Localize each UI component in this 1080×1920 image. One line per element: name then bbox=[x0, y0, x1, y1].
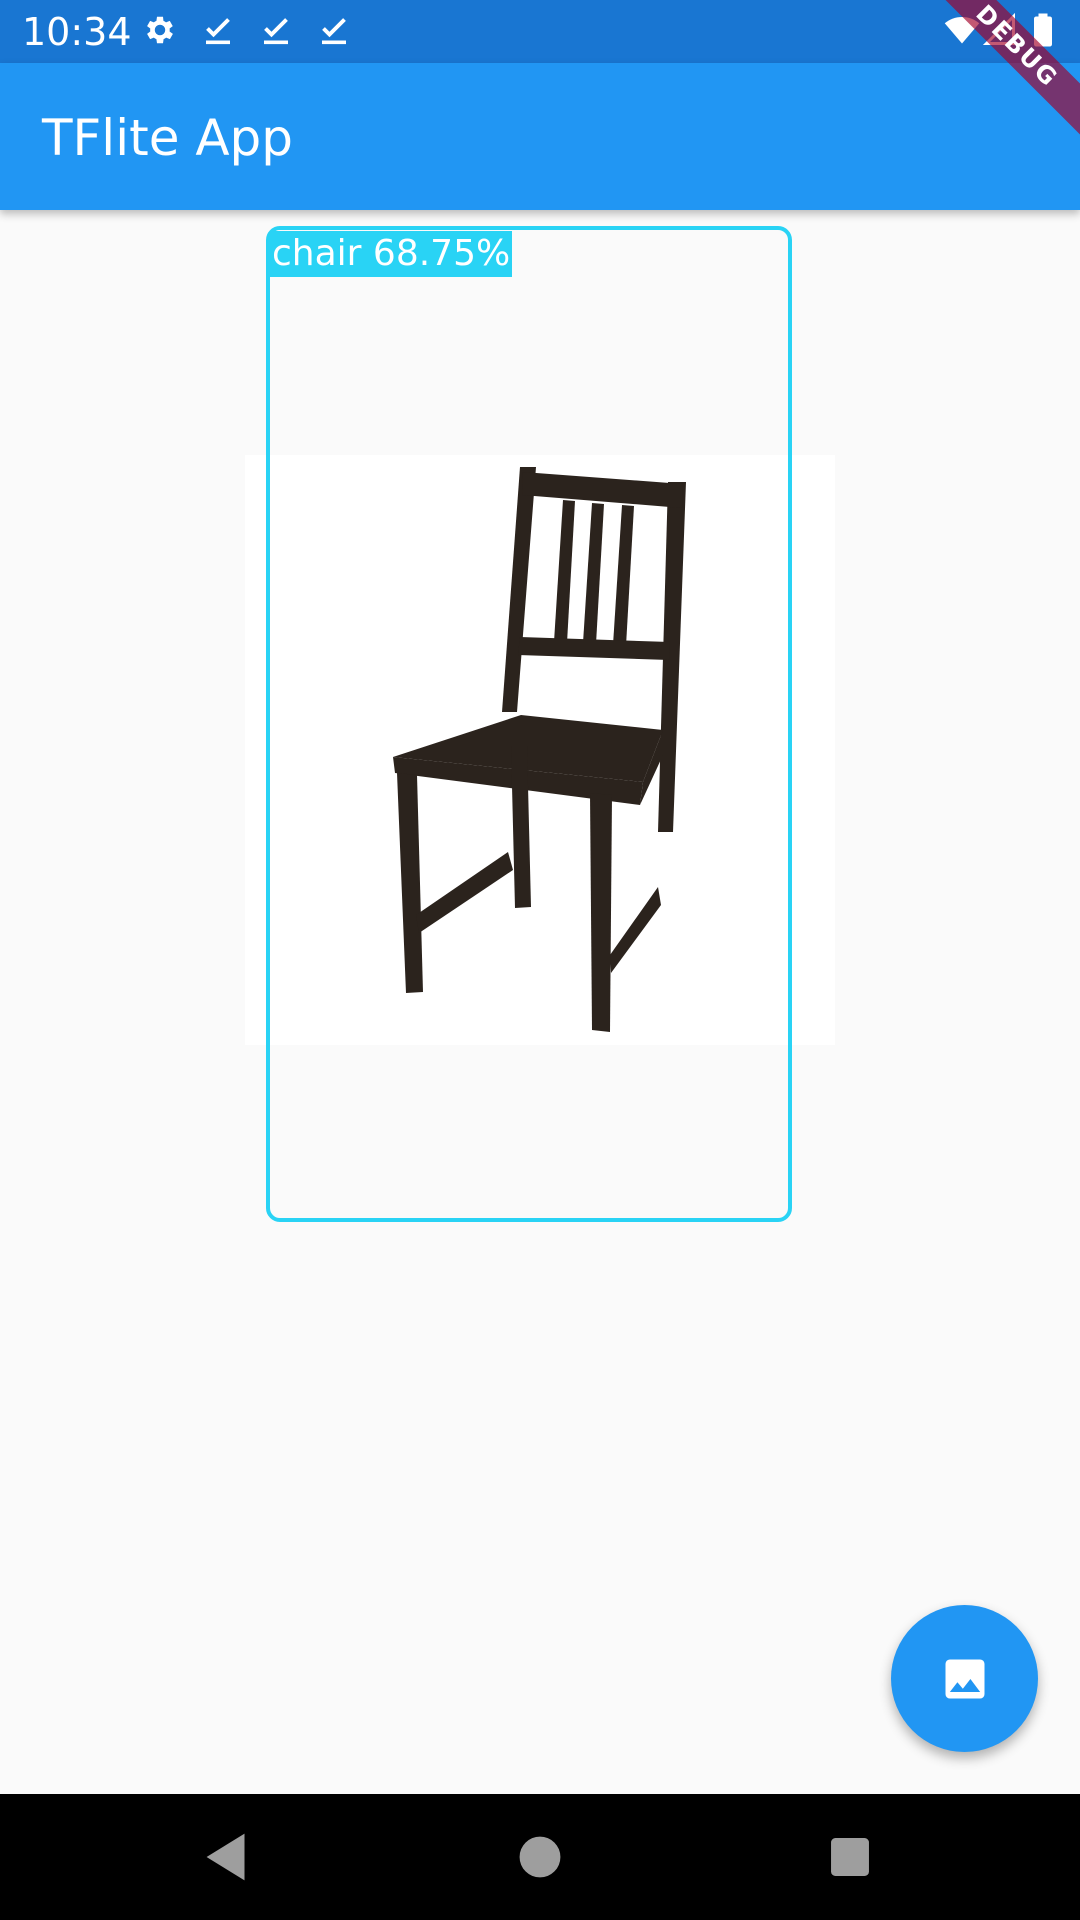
status-bar: 10:34 bbox=[0, 0, 1080, 63]
download-done-icon bbox=[264, 18, 288, 45]
home-icon[interactable] bbox=[505, 1822, 575, 1892]
detection-bounding-box bbox=[266, 226, 792, 1222]
download-done-icon bbox=[322, 18, 346, 45]
download-done-icon bbox=[206, 18, 230, 45]
gear-icon bbox=[147, 16, 173, 44]
app-bar: TFlite App bbox=[0, 63, 1080, 210]
status-time: 10:34 bbox=[22, 10, 132, 54]
image-icon bbox=[945, 1659, 984, 1698]
screen: 10:34 TFlite App DEBUG chair 68.75% bbox=[0, 0, 1080, 1920]
app-title: TFlite App bbox=[42, 109, 294, 167]
detection-label: chair 68.75% bbox=[270, 231, 513, 277]
recents-icon[interactable] bbox=[815, 1822, 885, 1892]
navigation-bar bbox=[0, 1794, 1080, 1920]
pick-image-fab[interactable] bbox=[891, 1605, 1038, 1752]
back-icon[interactable] bbox=[192, 1822, 262, 1892]
